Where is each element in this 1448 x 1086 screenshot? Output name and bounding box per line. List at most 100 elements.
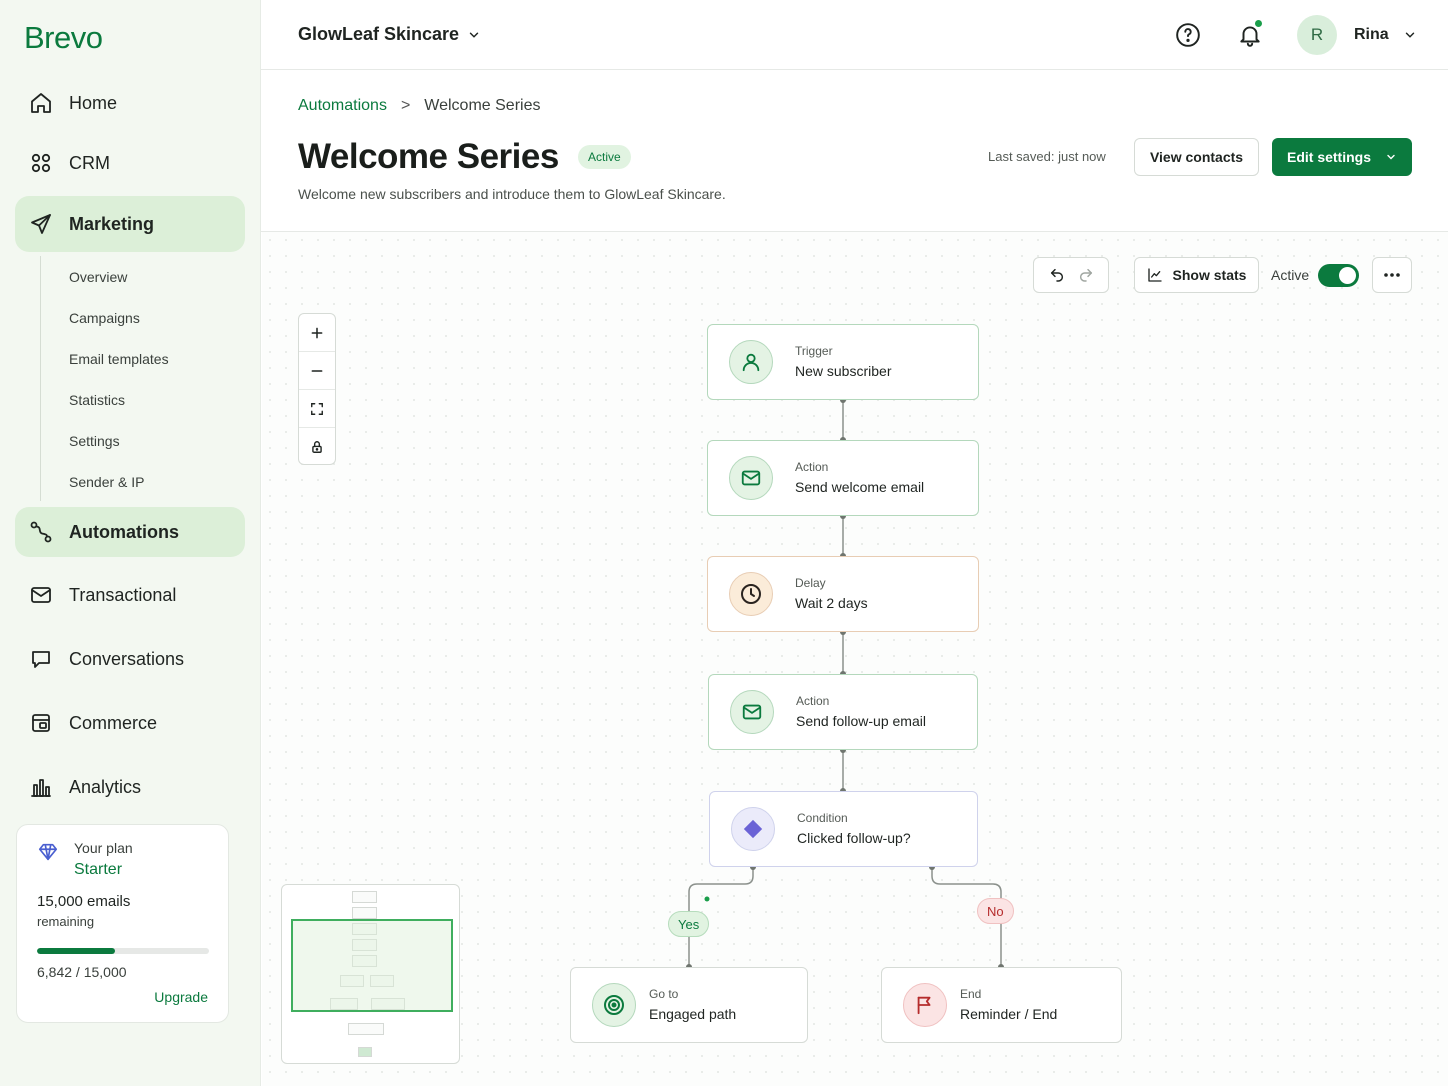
- minimap-node: [352, 907, 377, 919]
- node-label: Send follow-up email: [796, 713, 926, 729]
- user-menu[interactable]: Rina: [1354, 26, 1417, 44]
- toggle-knob: [1339, 267, 1356, 284]
- subnav-item-campaigns[interactable]: Campaigns: [69, 310, 140, 326]
- breadcrumb-current: Welcome Series: [424, 97, 541, 114]
- minus-icon: [311, 369, 323, 372]
- minimap-node: [352, 891, 377, 903]
- plan-usage-bar-fill: [37, 948, 116, 954]
- edit-settings-button[interactable]: Edit settings: [1272, 138, 1412, 176]
- company-name: GlowLeaf Skincare: [298, 24, 460, 44]
- chat-icon: [29, 647, 53, 671]
- sidebar-item-label: Marketing: [69, 213, 155, 234]
- minimap-node: [358, 1047, 372, 1057]
- workflow-node-trigger[interactable]: Trigger New subscriber: [707, 324, 979, 400]
- node-label: Wait 2 days: [795, 595, 868, 611]
- subnav-item-overview[interactable]: Overview: [69, 269, 127, 285]
- node-type: Delay: [795, 576, 826, 590]
- view-contacts-label: View contacts: [1149, 149, 1244, 165]
- mail-icon: [29, 583, 53, 607]
- breadcrumb-automations[interactable]: Automations: [298, 97, 387, 115]
- lock-canvas-button[interactable]: [299, 428, 335, 466]
- workflow-node-end[interactable]: End Reminder / End: [881, 967, 1122, 1043]
- mail-icon: [730, 690, 774, 734]
- page-description: Welcome new subscribers and introduce th…: [298, 186, 726, 202]
- plan-name: Starter: [74, 861, 123, 878]
- workflow-node-action-followup[interactable]: Action Send follow-up email: [708, 674, 978, 750]
- marketing-subnav: Overview Campaigns Email templates Stati…: [40, 256, 240, 501]
- sidebar-item-crm[interactable]: CRM: [15, 137, 245, 189]
- topbar: GlowLeaf Skincare R Rina: [261, 0, 1448, 70]
- store-icon: [29, 711, 53, 735]
- plus-icon: [311, 327, 323, 338]
- sidebar-item-conversations[interactable]: Conversations: [15, 633, 245, 685]
- minimap-viewport[interactable]: [291, 919, 453, 1012]
- fullscreen-icon: [311, 402, 323, 415]
- workflow-node-goto[interactable]: Go to Engaged path: [570, 967, 808, 1043]
- node-label: Send welcome email: [795, 479, 925, 495]
- node-type: Action: [795, 460, 829, 474]
- company-switcher[interactable]: GlowLeaf Skincare: [298, 24, 481, 45]
- user-name: Rina: [1354, 26, 1389, 43]
- redo-icon[interactable]: [1078, 267, 1094, 283]
- subnav-item-statistics[interactable]: Statistics: [69, 392, 125, 408]
- status-badge: Active: [578, 145, 631, 169]
- edit-settings-label: Edit settings: [1286, 149, 1371, 165]
- upgrade-link[interactable]: Upgrade: [154, 989, 208, 1005]
- home-icon: [29, 91, 53, 115]
- more-horizontal-icon: [1384, 273, 1400, 277]
- last-saved: Last saved: just now: [988, 149, 1106, 164]
- more-options-button[interactable]: [1372, 257, 1412, 293]
- bar-chart-icon: [29, 775, 53, 799]
- show-stats-label: Show stats: [1172, 267, 1247, 283]
- sidebar-item-home[interactable]: Home: [15, 77, 245, 129]
- avatar[interactable]: R: [1297, 15, 1337, 55]
- minimap[interactable]: [281, 884, 460, 1064]
- subnav-item-sender-ip[interactable]: Sender & IP: [69, 474, 145, 490]
- help-icon[interactable]: [1175, 22, 1201, 48]
- show-stats-button[interactable]: Show stats: [1134, 257, 1259, 293]
- active-toggle[interactable]: [1318, 264, 1359, 287]
- chevron-down-icon: [1405, 32, 1414, 38]
- diamond-icon: [38, 843, 58, 861]
- plan-card: Your plan Starter 15,000 emails remainin…: [16, 824, 229, 1023]
- users-icon: [29, 151, 53, 175]
- undo-icon[interactable]: [1049, 267, 1065, 283]
- workflow-node-condition[interactable]: Condition Clicked follow-up?: [709, 791, 978, 867]
- zoom-controls: [298, 313, 336, 465]
- plan-usage-bar: [37, 948, 209, 954]
- node-type: Action: [796, 694, 830, 708]
- zoom-in-button[interactable]: [299, 314, 335, 352]
- sidebar-item-label: Home: [69, 92, 118, 113]
- breadcrumb-separator: >: [400, 97, 411, 114]
- user-icon: [729, 340, 773, 384]
- sidebar-item-automations[interactable]: Automations: [15, 507, 245, 557]
- diamond-icon: [731, 807, 775, 851]
- send-icon: [29, 212, 53, 236]
- sidebar-item-label: Commerce: [69, 712, 158, 733]
- view-contacts-button[interactable]: View contacts: [1134, 138, 1259, 176]
- undo-redo-group: [1033, 257, 1109, 293]
- workflow-node-delay[interactable]: Delay Wait 2 days: [707, 556, 979, 632]
- node-type: Trigger: [795, 344, 833, 358]
- minimap-node: [348, 1023, 384, 1035]
- sidebar-item-commerce[interactable]: Commerce: [15, 697, 245, 749]
- fit-view-button[interactable]: [299, 390, 335, 428]
- branch-no-label: No: [977, 898, 1014, 924]
- plan-label: Your plan: [74, 840, 133, 856]
- chevron-down-icon: [1387, 154, 1395, 160]
- node-label: Reminder / End: [960, 1006, 1058, 1022]
- zoom-out-button[interactable]: [299, 352, 335, 390]
- chevron-down-icon: [469, 32, 479, 38]
- sidebar-item-transactional[interactable]: Transactional: [15, 569, 245, 621]
- workflow-node-action-welcome[interactable]: Action Send welcome email: [707, 440, 979, 516]
- subnav-item-email-templates[interactable]: Email templates: [69, 351, 169, 367]
- sidebar-item-label: Analytics: [69, 776, 142, 797]
- sidebar-item-label: Conversations: [69, 648, 185, 669]
- plan-usage: 6,842 / 15,000: [37, 964, 127, 980]
- subnav-item-settings[interactable]: Settings: [69, 433, 120, 449]
- plan-remaining: remaining: [37, 914, 95, 929]
- sidebar-item-marketing[interactable]: Marketing: [15, 196, 245, 252]
- brevo-logo[interactable]: Brevo: [24, 20, 103, 56]
- sidebar-item-analytics[interactable]: Analytics: [15, 761, 245, 813]
- clock-icon: [729, 572, 773, 616]
